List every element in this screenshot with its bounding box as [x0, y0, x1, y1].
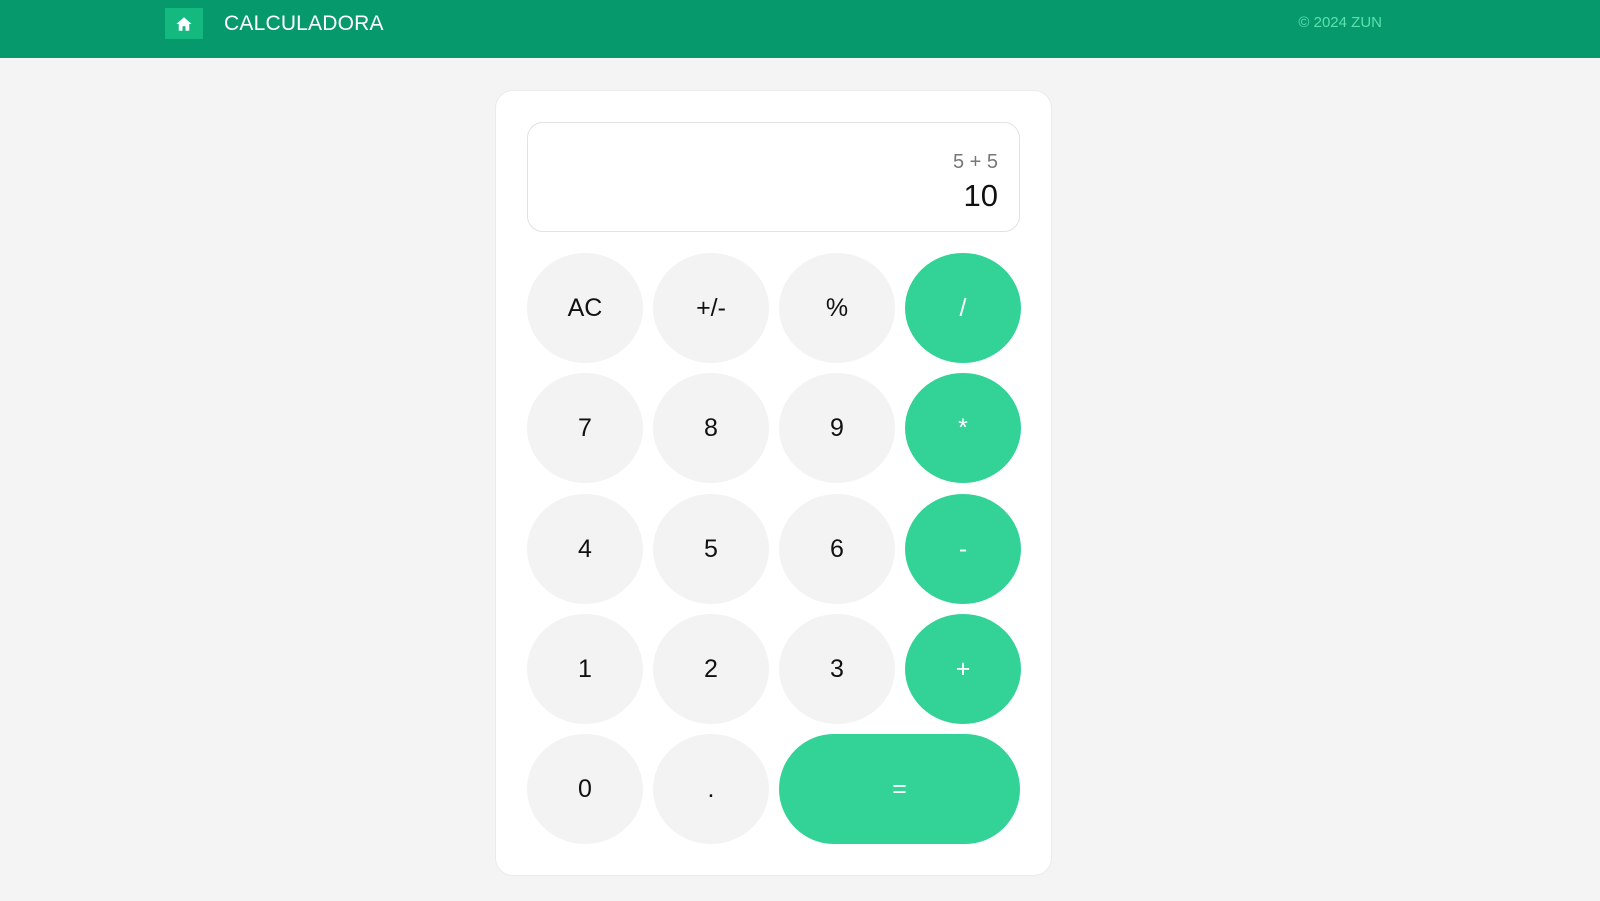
calculator-display: 5 + 5 10	[527, 122, 1020, 232]
top-bar: CALCULADORA © 2024 ZUN	[0, 0, 1600, 58]
decimal-button[interactable]: .	[653, 734, 769, 844]
add-button[interactable]: +	[905, 614, 1021, 724]
home-icon	[176, 16, 192, 31]
digit-9-button[interactable]: 9	[779, 373, 895, 483]
digit-0-button[interactable]: 0	[527, 734, 643, 844]
result-text: 10	[963, 178, 998, 213]
digit-7-button[interactable]: 7	[527, 373, 643, 483]
digit-5-button[interactable]: 5	[653, 494, 769, 604]
clear-button[interactable]: AC	[527, 253, 643, 363]
calculator-card: 5 + 5 10 AC +/- % / 7 8 9 * 4 5 6 - 1 2 …	[495, 90, 1052, 876]
digit-3-button[interactable]: 3	[779, 614, 895, 724]
digit-6-button[interactable]: 6	[779, 494, 895, 604]
digit-2-button[interactable]: 2	[653, 614, 769, 724]
multiply-button[interactable]: *	[905, 373, 1021, 483]
digit-1-button[interactable]: 1	[527, 614, 643, 724]
equals-button[interactable]: =	[779, 734, 1020, 844]
copyright-text: © 2024 ZUN	[1298, 14, 1382, 31]
digit-4-button[interactable]: 4	[527, 494, 643, 604]
digit-8-button[interactable]: 8	[653, 373, 769, 483]
app-title: CALCULADORA	[224, 12, 384, 35]
percent-button[interactable]: %	[779, 253, 895, 363]
subtract-button[interactable]: -	[905, 494, 1021, 604]
home-button[interactable]	[165, 8, 203, 39]
expression-text: 5 + 5	[952, 151, 998, 173]
divide-button[interactable]: /	[905, 253, 1021, 363]
toggle-sign-button[interactable]: +/-	[653, 253, 769, 363]
